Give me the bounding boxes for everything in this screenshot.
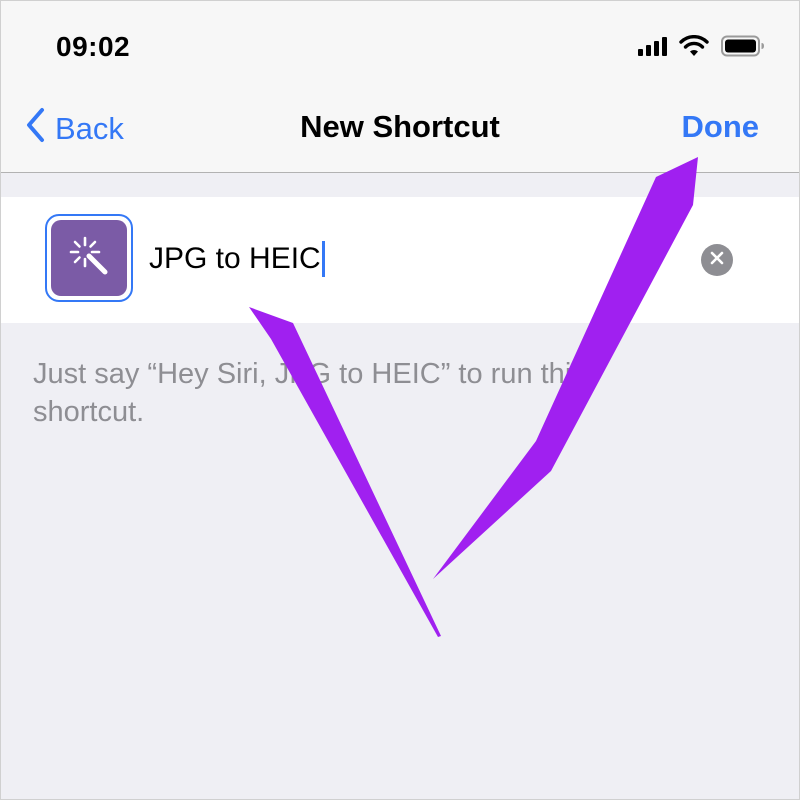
navigation-header: 09:02 Back New Shortcut Done [1, 1, 799, 173]
done-button[interactable]: Done [682, 109, 760, 145]
status-time: 09:02 [56, 31, 131, 62]
new-shortcut-screen: 09:02 Back New Shortcut Done JPG to HEIC… [0, 0, 800, 800]
siri-hint-text: Just say “Hey Siri, JPG to HEIC” to run … [33, 358, 586, 428]
shortcut-name-row: JPG to HEIC [1, 197, 799, 323]
status-icons [638, 35, 765, 57]
shortcut-name-value: JPG to HEIC [149, 242, 321, 275]
text-cursor [321, 241, 325, 277]
shortcut-name-field[interactable]: JPG to HEIC [149, 237, 669, 281]
shortcut-icon-tile [51, 220, 127, 296]
magic-wand-icon [65, 232, 113, 285]
page-title: New Shortcut [300, 109, 500, 144]
shortcut-icon-button[interactable] [45, 214, 133, 302]
wifi-icon [679, 35, 709, 57]
close-icon [710, 251, 724, 270]
clear-text-button[interactable] [701, 244, 733, 276]
battery-icon [721, 35, 765, 57]
cellular-signal-icon [638, 36, 667, 56]
